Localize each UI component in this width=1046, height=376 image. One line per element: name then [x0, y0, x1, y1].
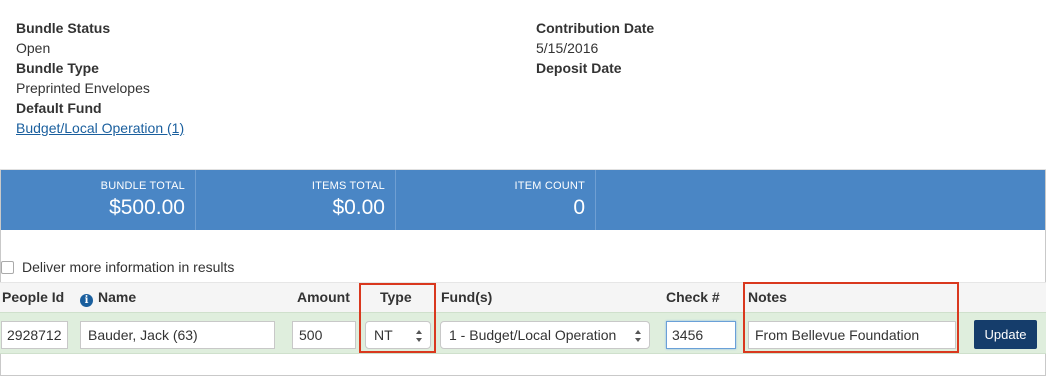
header-name: i Name — [80, 289, 136, 307]
type-highlight-box — [359, 283, 436, 353]
notes-highlight-box — [743, 282, 959, 353]
header-check: Check # — [666, 289, 720, 305]
stat-value: $0.00 — [332, 196, 385, 219]
header-people-id: People Id — [2, 289, 65, 305]
bundle-status-value: Open — [16, 40, 51, 56]
contribution-date-value: 5/15/2016 — [536, 40, 599, 56]
bundle-info-panel: Bundle Status Open Bundle Type Preprinte… — [0, 0, 1046, 170]
deliver-more-option[interactable]: Deliver more information in results — [0, 258, 234, 276]
info-icon[interactable]: i — [80, 294, 93, 307]
stat-title: BUNDLE TOTAL — [100, 180, 185, 192]
deposit-date-label: Deposit Date — [536, 60, 622, 76]
contribution-date-label: Contribution Date — [536, 20, 655, 36]
bundle-info-right: Contribution Date 5/15/2016 Deposit Date — [536, 18, 654, 78]
select-arrows-icon — [635, 330, 642, 342]
amount-input[interactable]: 500 — [292, 321, 356, 349]
bundle-stats-bar: BUNDLE TOTAL $500.00 ITEMS TOTAL $0.00 I… — [1, 170, 1045, 230]
bundle-type-label: Bundle Type — [16, 60, 99, 76]
bundle-status-label: Bundle Status — [16, 20, 111, 36]
header-funds: Fund(s) — [441, 289, 493, 305]
stat-value: $500.00 — [109, 196, 185, 219]
check-number-input[interactable]: 3456 — [666, 321, 736, 349]
people-id-input[interactable]: 2928712 — [1, 321, 68, 349]
default-fund-link[interactable]: Budget/Local Operation (1) — [16, 118, 184, 138]
bundle-info-left: Bundle Status Open Bundle Type Preprinte… — [16, 18, 184, 138]
stat-item-count: ITEM COUNT 0 — [396, 170, 596, 230]
fund-select[interactable]: 1 - Budget/Local Operation — [440, 321, 650, 349]
stat-items-total: ITEMS TOTAL $0.00 — [196, 170, 396, 230]
deliver-more-checkbox[interactable] — [1, 260, 14, 274]
fund-select-value: 1 - Budget/Local Operation — [449, 327, 617, 343]
default-fund-label: Default Fund — [16, 100, 102, 116]
stat-value: 0 — [573, 196, 585, 219]
update-button[interactable]: Update — [974, 320, 1037, 349]
header-name-label: Name — [98, 289, 137, 305]
bundle-type-value: Preprinted Envelopes — [16, 80, 150, 96]
name-input[interactable]: Bauder, Jack (63) — [80, 321, 275, 349]
stat-title: ITEMS TOTAL — [311, 180, 385, 192]
deliver-more-label: Deliver more information in results — [22, 259, 235, 275]
stat-bundle-total: BUNDLE TOTAL $500.00 — [1, 170, 196, 230]
header-amount: Amount — [297, 289, 350, 305]
stat-title: ITEM COUNT — [514, 180, 585, 192]
